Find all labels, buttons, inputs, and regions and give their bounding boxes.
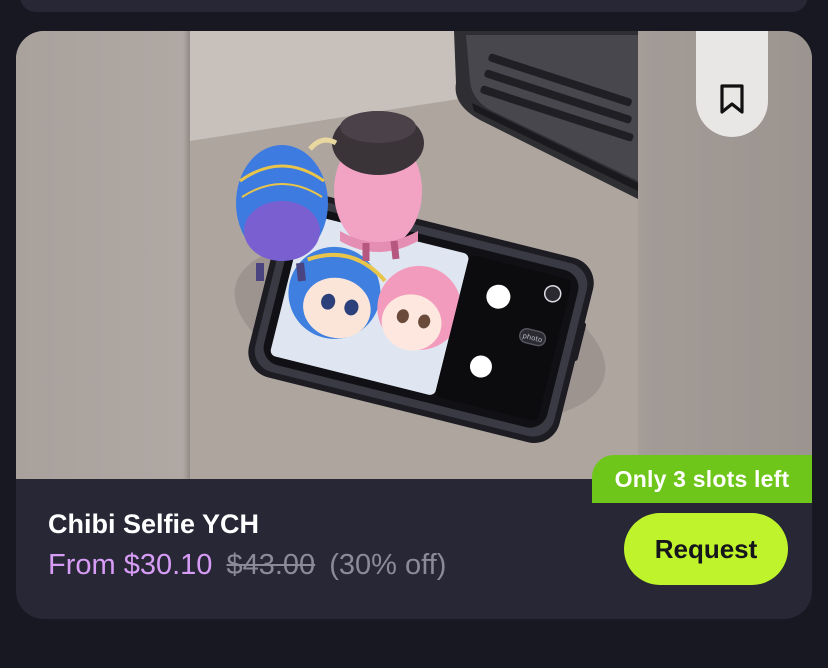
bookmark-button[interactable] <box>696 31 768 137</box>
request-button[interactable]: Request <box>624 513 788 585</box>
listing-image[interactable]: photo <box>16 31 812 479</box>
chibi-selfie-artwork: photo <box>190 31 638 479</box>
listing-title[interactable]: Chibi Selfie YCH <box>48 509 259 540</box>
price-line: From $30.10 $43.00 (30% off) <box>48 549 446 582</box>
bookmark-icon <box>720 84 744 114</box>
original-price: $43.00 <box>226 549 316 581</box>
price-from: From $30.10 <box>48 549 213 581</box>
previous-card-edge <box>20 0 808 12</box>
slots-left-badge: Only 3 slots left <box>592 455 812 503</box>
discount-label: (30% off) <box>329 549 447 581</box>
listing-card[interactable]: photo Only 3 slots left Chibi Selfie YCH… <box>16 31 812 619</box>
